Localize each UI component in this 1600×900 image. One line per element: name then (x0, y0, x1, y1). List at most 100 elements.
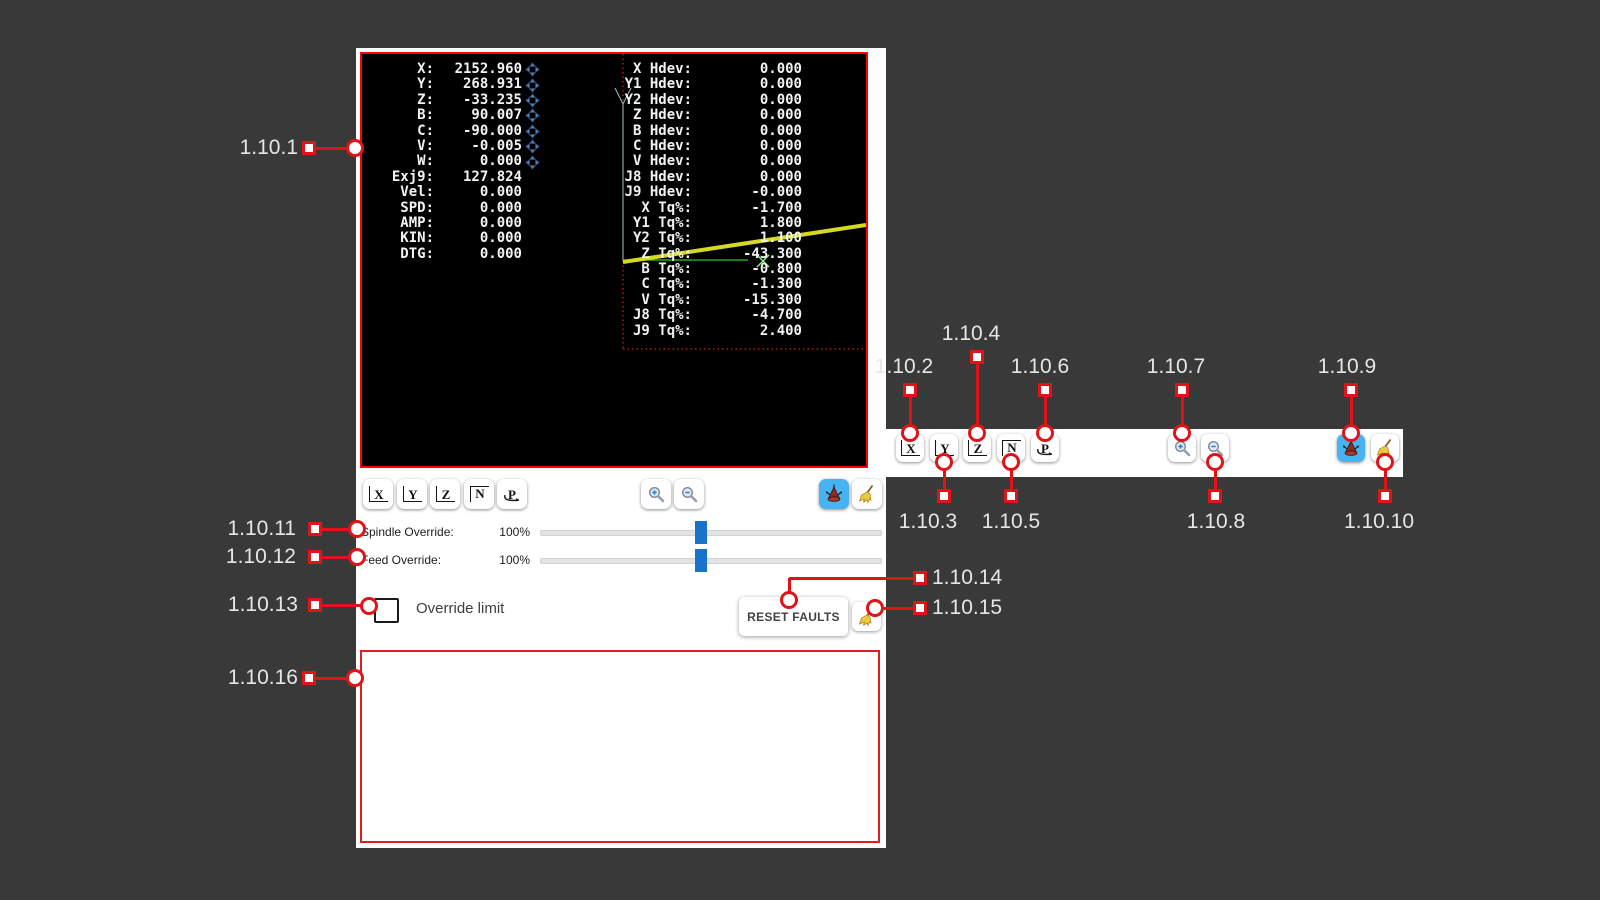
dro-row: B Tq%:-0.800 (608, 262, 802, 277)
dro-value: -15.300 (692, 293, 802, 308)
dro-label: J8 Hdev: (608, 170, 692, 185)
dro-label: AMP: (376, 216, 434, 231)
callout-label: 1.10.7 (1147, 355, 1205, 379)
dro-value: 0.000 (692, 108, 802, 123)
dro-value: 0.000 (434, 247, 522, 262)
show-tool-button[interactable] (819, 479, 849, 509)
dro-label: B: (376, 108, 434, 123)
callout-circle-marker (348, 548, 366, 566)
spindle-override-slider[interactable] (540, 530, 882, 536)
callout-line (322, 528, 350, 531)
callout-square-marker (913, 601, 927, 615)
callout-circle-marker (346, 669, 364, 687)
dro-label: J8 Tq%: (608, 308, 692, 323)
spindle-override-handle[interactable] (695, 521, 707, 544)
dro-value: 0.000 (692, 154, 802, 169)
callout-square-marker (1004, 489, 1018, 503)
callout-label: 1.10.16 (228, 666, 298, 690)
axis-x-icon: X (901, 440, 920, 456)
dro-row: AMP:0.000 (376, 216, 542, 231)
toolbar-zoom-inset: XYZNP (884, 429, 1403, 477)
dro-label: Y1 Hdev: (608, 77, 692, 92)
callout-square-marker (970, 350, 984, 364)
axis-marker-icon (525, 124, 540, 139)
dro-label: Z Tq%: (608, 247, 692, 262)
dro-value: 0.000 (434, 216, 522, 231)
spindle-override-value: 100% (474, 525, 530, 539)
dro-row: J8 Hdev:0.000 (608, 170, 802, 185)
view-z2-button[interactable]: N (464, 479, 494, 509)
override-limit-checkbox[interactable] (374, 598, 399, 623)
dro-row: V Tq%:-15.300 (608, 293, 802, 308)
callout-square-marker (1208, 489, 1222, 503)
callout-label: 1.10.3 (899, 510, 957, 534)
dro-label: Vel: (376, 185, 434, 200)
axis-marker-icon (525, 62, 540, 77)
dro-row: V Hdev:0.000 (608, 154, 802, 169)
callout-circle-marker (780, 591, 798, 609)
callout-square-marker (913, 571, 927, 585)
clear-plot-button[interactable] (852, 479, 882, 509)
feed-override-value: 100% (474, 553, 530, 567)
feed-override-handle[interactable] (695, 549, 707, 572)
dro-label: J9 Hdev: (608, 185, 692, 200)
view-y-button[interactable]: Y (397, 479, 427, 509)
view-p-button[interactable]: P (497, 479, 527, 509)
view-x-button[interactable]: X (363, 479, 393, 509)
dro-value: 90.007 (434, 108, 522, 123)
dro-value: -43.300 (692, 247, 802, 262)
axis-marker-icon (525, 108, 540, 123)
perspective-view-icon: P (502, 484, 522, 504)
callout-label: 1.10.15 (932, 596, 1002, 620)
dro-row: B Hdev:0.000 (608, 124, 802, 139)
callout-square-marker (302, 141, 316, 155)
callout-square-marker (308, 550, 322, 564)
dro-value: 1.800 (692, 216, 802, 231)
dro-row: C Tq%:-1.300 (608, 277, 802, 292)
dro-value: -1.700 (692, 201, 802, 216)
feed-override-slider[interactable] (540, 558, 882, 564)
dro-value: 0.000 (434, 201, 522, 216)
dro-label: B Tq%: (608, 262, 692, 277)
dro-axis-list: X:2152.960Y:268.931Z:-33.235B:90.007C:-9… (376, 62, 542, 262)
tool-cone-icon (823, 484, 845, 504)
callout-line (316, 677, 348, 680)
dro-value: -4.700 (692, 308, 802, 323)
dro-value: -1.300 (692, 277, 802, 292)
dro-label: V: (376, 139, 434, 154)
zoom-out-button[interactable] (674, 479, 704, 509)
dro-value: 1.100 (692, 231, 802, 246)
dro-label: SPD: (376, 201, 434, 216)
dro-row: V:-0.005 (376, 139, 542, 154)
dro-value: -0.005 (434, 139, 522, 154)
callout-label: 1.10.2 (875, 355, 933, 379)
dro-value: 127.824 (434, 170, 522, 185)
magnifier-plus-icon (647, 485, 666, 504)
callout-circle-marker (348, 520, 366, 538)
broom-icon (857, 484, 877, 504)
dro-row: J8 Tq%:-4.700 (608, 308, 802, 323)
dro-label: Y: (376, 77, 434, 92)
dro-value: -0.800 (692, 262, 802, 277)
callout-line (322, 604, 362, 607)
callout-square-marker (903, 383, 917, 397)
callout-square-marker (1378, 489, 1392, 503)
dro-label: Y2 Tq%: (608, 231, 692, 246)
callout-circle-marker (901, 424, 919, 442)
callout-label: 1.10.12 (226, 545, 296, 569)
callout-circle-marker (968, 424, 986, 442)
dro-label: C Tq%: (608, 277, 692, 292)
callout-label: 1.10.10 (1344, 510, 1414, 534)
axis-x-icon: X (369, 486, 388, 502)
callout-square-marker (308, 598, 322, 612)
callout-line (789, 577, 913, 580)
callout-label: 1.10.1 (240, 136, 298, 160)
view-z-button[interactable]: Z (430, 479, 460, 509)
dro-value: 268.931 (434, 77, 522, 92)
callout-line (316, 147, 349, 150)
axis-marker-slot (522, 62, 542, 77)
callout-line (976, 363, 979, 433)
dro-value: 0.000 (692, 139, 802, 154)
zoom-in-button[interactable] (641, 479, 671, 509)
callout-line (322, 556, 350, 559)
